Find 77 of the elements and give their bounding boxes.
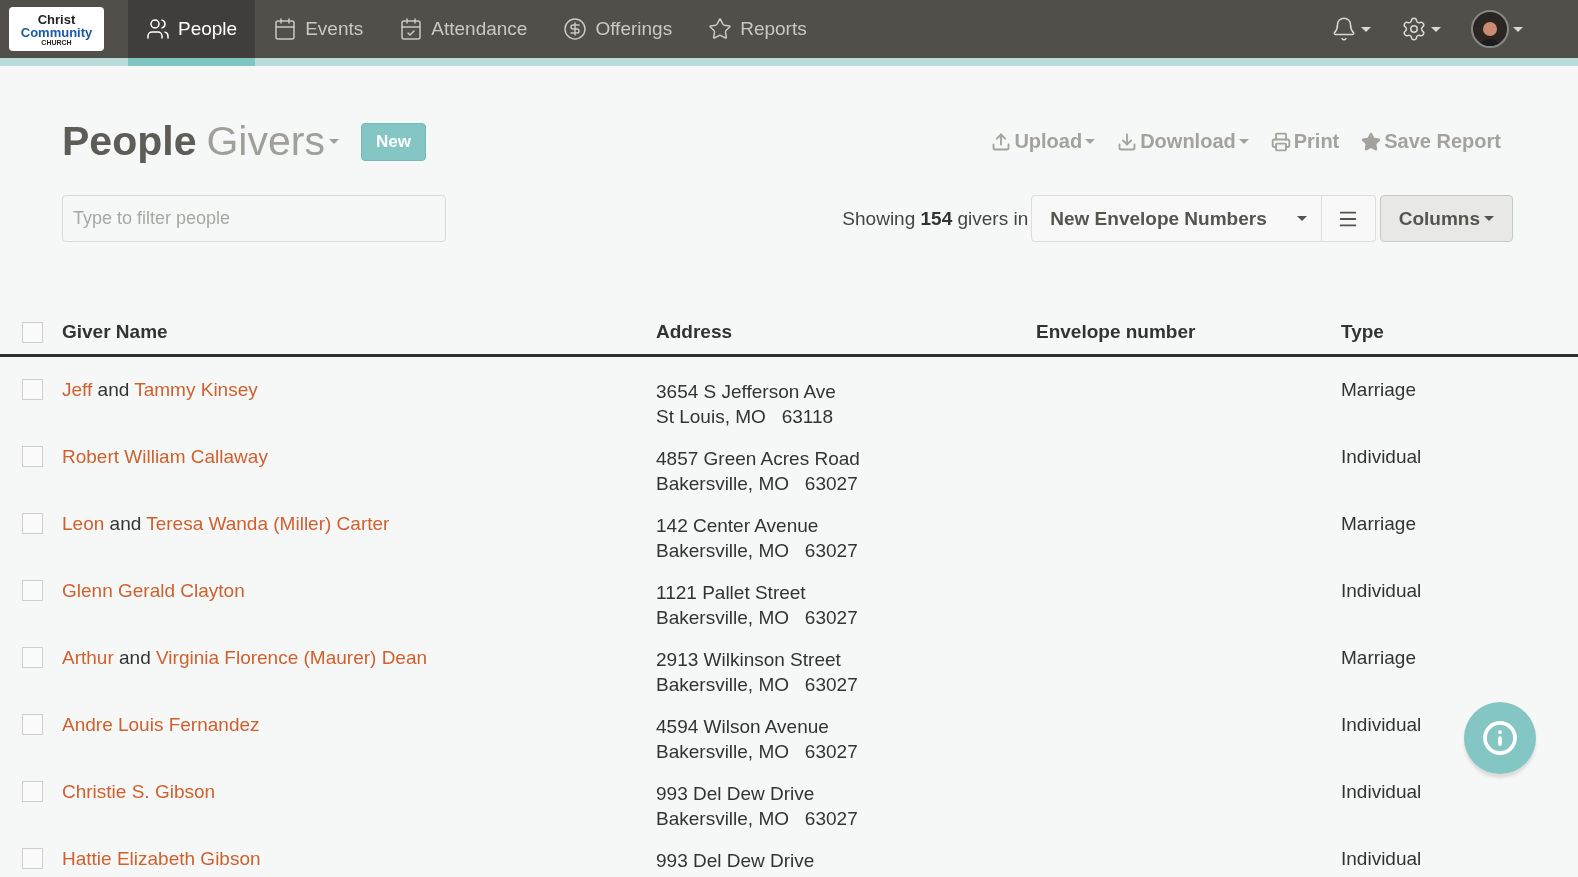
nav-tab[interactable]: Attendance [381, 0, 546, 66]
person-link[interactable]: Glenn Gerald Clayton [62, 580, 245, 601]
type-text: Marriage [1341, 647, 1417, 669]
new-button[interactable]: New [360, 122, 426, 161]
address-text: 993 Del Dew Drive Bakersville, MO 63027 [656, 782, 859, 831]
address-text: 142 Center Avenue Bakersville, MO 63027 [656, 514, 859, 563]
address-text: 3654 S Jefferson Ave St Louis, MO 63118 [656, 380, 837, 429]
page-title: People [62, 118, 197, 165]
toolbar-link[interactable]: Upload [991, 130, 1096, 153]
person-link[interactable]: Tammy Kinsey [134, 379, 258, 400]
address-text: 2913 Wilkinson Street Bakersville, MO 63027 [656, 648, 859, 697]
address-text: 1121 Pallet Street Bakersville, MO 63027 [656, 581, 859, 630]
person-link[interactable]: Andre Louis Fernandez [62, 714, 260, 735]
conjunction-text: and [119, 647, 151, 668]
row-checkbox[interactable] [22, 379, 43, 400]
info-icon [1482, 720, 1518, 756]
notifications-button[interactable] [1331, 16, 1371, 42]
people-icon [146, 17, 170, 41]
person-link[interactable]: Teresa Wanda (Miller) Carter [146, 513, 390, 534]
person-link[interactable]: Christie S. Gibson [62, 781, 216, 802]
column-header[interactable]: Envelope number [1036, 321, 1196, 343]
menu-button[interactable] [1321, 195, 1376, 242]
row-checkbox[interactable] [22, 580, 43, 601]
column-header[interactable]: Giver Name [62, 321, 168, 343]
person-link[interactable]: Hattie Elizabeth Gibson [62, 848, 261, 869]
user-menu-button[interactable] [1471, 10, 1523, 48]
report-select[interactable]: New Envelope Numbers [1031, 195, 1322, 242]
select-all-checkbox[interactable] [22, 321, 43, 343]
results-summary: Showing 154 givers in [842, 207, 1029, 230]
toolbar-link[interactable]: Save Report [1361, 130, 1501, 153]
nav-tab[interactable]: People [128, 0, 256, 66]
row-checkbox[interactable] [22, 513, 43, 534]
avatar-icon [1471, 10, 1509, 48]
person-link[interactable]: Jeff [62, 379, 93, 400]
column-header[interactable]: Type [1341, 321, 1384, 343]
person-link[interactable]: Robert William Callaway [62, 446, 268, 467]
filter-field[interactable]: Type to filter people [62, 195, 446, 242]
dollar-coin-icon [563, 17, 588, 41]
download-icon [1117, 131, 1138, 152]
printer-icon [1270, 131, 1291, 152]
column-header[interactable]: Address [656, 321, 733, 343]
address-text: 4594 Wilson Avenue Bakersville, MO 63027 [656, 715, 859, 764]
person-link[interactable]: Virginia Florence (Maurer) Dean [156, 647, 428, 668]
settings-icon [1401, 16, 1427, 42]
conjunction-text: and [97, 379, 130, 400]
type-text: Individual [1341, 714, 1423, 736]
star-icon [708, 17, 733, 41]
address-text: 993 Del Dew Drive [656, 849, 816, 873]
type-text: Individual [1341, 848, 1423, 870]
type-text: Marriage [1341, 379, 1417, 401]
nav-tab[interactable]: Reports [690, 0, 825, 66]
upload-icon [991, 131, 1012, 152]
settings-button[interactable] [1401, 16, 1441, 42]
toolbar-link[interactable]: Print [1270, 130, 1340, 153]
star-icon [1361, 131, 1382, 152]
person-link[interactable]: Leon [62, 513, 105, 534]
view-dropdown[interactable]: Givers [206, 118, 339, 165]
nav-tab[interactable]: Offerings [545, 0, 691, 66]
row-checkbox[interactable] [22, 848, 43, 869]
row-checkbox[interactable] [22, 647, 43, 668]
toolbar-link[interactable]: Download [1117, 130, 1249, 153]
address-text: 4857 Green Acres Road Bakersville, MO 63027 [656, 447, 861, 496]
type-text: Individual [1341, 446, 1423, 468]
calendar-check-icon [399, 17, 424, 41]
type-text: Individual [1341, 781, 1423, 803]
person-link[interactable]: Arthur [62, 647, 114, 668]
calendar-icon [273, 17, 298, 41]
bell-icon [1331, 16, 1357, 42]
info-button[interactable] [1464, 702, 1536, 774]
columns-button[interactable]: Columns [1379, 195, 1513, 242]
row-checkbox[interactable] [22, 714, 43, 735]
type-text: Marriage [1341, 513, 1417, 535]
row-checkbox[interactable] [22, 446, 43, 467]
row-checkbox[interactable] [22, 781, 43, 802]
type-text: Individual [1341, 580, 1423, 602]
nav-tab[interactable]: Events [255, 0, 382, 66]
conjunction-text: and [109, 513, 142, 534]
